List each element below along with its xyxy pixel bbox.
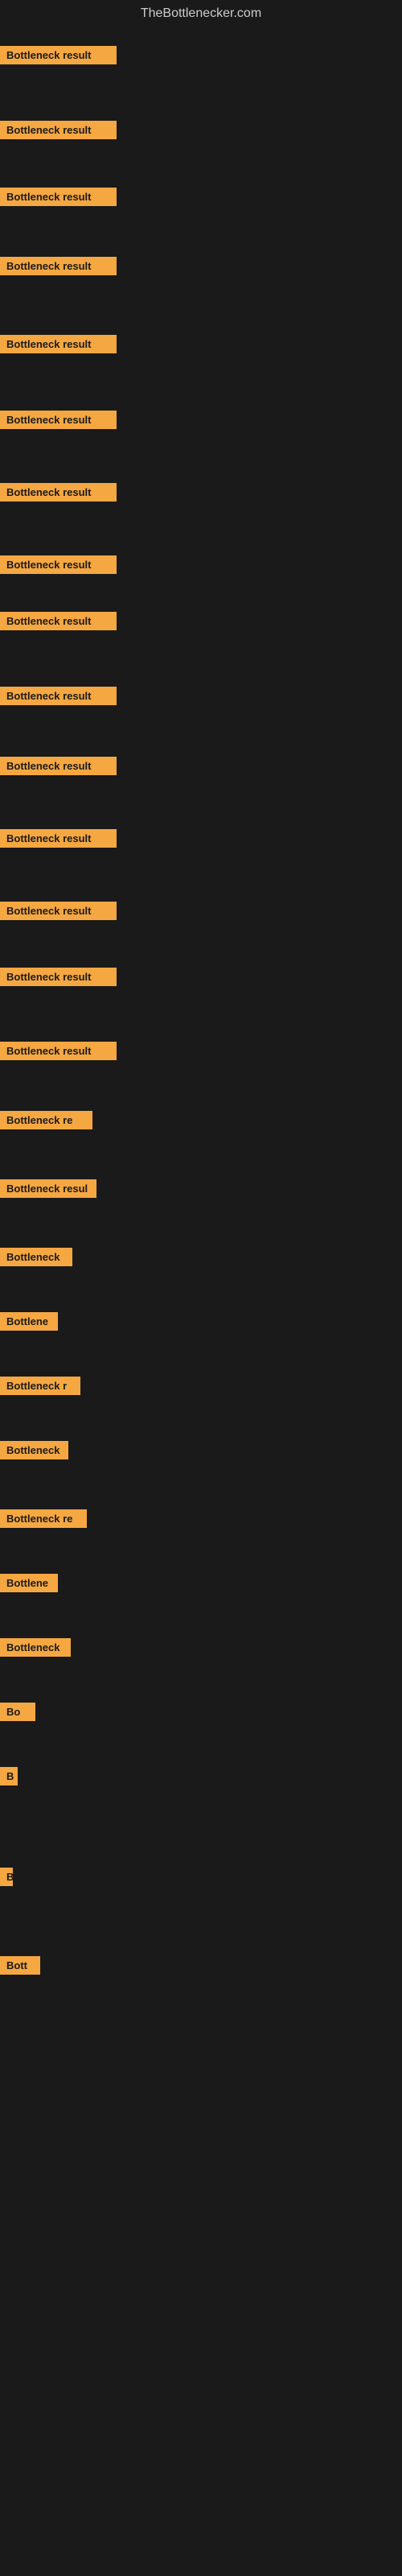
bottleneck-item: Bottleneck result — [0, 902, 117, 924]
bottleneck-label: Bottleneck result — [0, 757, 117, 775]
bottleneck-item: Bottleneck result — [0, 46, 117, 68]
bottleneck-label: Bottleneck re — [0, 1509, 87, 1528]
bottleneck-item: Bottleneck result — [0, 968, 117, 990]
bottleneck-item: Bottleneck result — [0, 483, 117, 506]
bottleneck-label: Bottleneck — [0, 1638, 71, 1657]
bottleneck-label: Bott — [0, 1956, 40, 1975]
bottleneck-label: Bo — [0, 1703, 35, 1721]
bottleneck-item: Bott — [0, 1956, 40, 1979]
bottleneck-label: Bottleneck re — [0, 1111, 92, 1129]
bottleneck-label: Bottleneck — [0, 1248, 72, 1266]
bottleneck-label: Bottleneck result — [0, 257, 117, 275]
bottleneck-label: B — [0, 1868, 13, 1886]
bottleneck-item: Bottlene — [0, 1312, 58, 1335]
bottleneck-item: B — [0, 1767, 18, 1790]
bottleneck-label: Bottleneck result — [0, 687, 117, 705]
bottleneck-label: Bottleneck — [0, 1441, 68, 1459]
bottleneck-item: B — [0, 1868, 13, 1890]
bottleneck-label: Bottleneck result — [0, 121, 117, 139]
bottleneck-item: Bottleneck — [0, 1638, 71, 1661]
bottleneck-item: Bottleneck result — [0, 1042, 117, 1064]
bottleneck-label: Bottleneck result — [0, 411, 117, 429]
bottleneck-label: Bottlene — [0, 1574, 58, 1592]
bottleneck-item: Bottleneck result — [0, 555, 117, 578]
bottleneck-item: Bottleneck result — [0, 829, 117, 852]
bottleneck-label: Bottleneck result — [0, 612, 117, 630]
bottleneck-item: Bottleneck re — [0, 1509, 87, 1532]
bottleneck-label: Bottleneck result — [0, 902, 117, 920]
bottleneck-item: Bo — [0, 1703, 35, 1725]
bottleneck-label: Bottleneck result — [0, 335, 117, 353]
bottleneck-item: Bottleneck — [0, 1248, 72, 1270]
bottleneck-label: Bottleneck r — [0, 1377, 80, 1395]
bottleneck-label: Bottleneck result — [0, 968, 117, 986]
bottleneck-item: Bottleneck result — [0, 612, 117, 634]
bottleneck-item: Bottleneck r — [0, 1377, 80, 1399]
site-title: TheBottlenecker.com — [0, 0, 402, 27]
bottleneck-label: Bottlene — [0, 1312, 58, 1331]
bottleneck-item: Bottleneck result — [0, 121, 117, 143]
bottleneck-item: Bottlene — [0, 1574, 58, 1596]
bottleneck-item: Bottleneck result — [0, 257, 117, 279]
bottleneck-item: Bottleneck result — [0, 411, 117, 433]
bottleneck-label: Bottleneck result — [0, 1042, 117, 1060]
bottleneck-item: Bottleneck resul — [0, 1179, 96, 1202]
bottleneck-label: Bottleneck result — [0, 555, 117, 574]
bottleneck-label: Bottleneck result — [0, 483, 117, 502]
bottleneck-item: Bottleneck re — [0, 1111, 92, 1133]
bottleneck-label: Bottleneck result — [0, 829, 117, 848]
bottleneck-item: Bottleneck result — [0, 757, 117, 779]
bottleneck-item: Bottleneck — [0, 1441, 68, 1463]
bottleneck-item: Bottleneck result — [0, 687, 117, 709]
bottleneck-item: Bottleneck result — [0, 335, 117, 357]
bottleneck-label: B — [0, 1767, 18, 1785]
bottleneck-item: Bottleneck result — [0, 188, 117, 210]
bottleneck-label: Bottleneck resul — [0, 1179, 96, 1198]
bottleneck-label: Bottleneck result — [0, 46, 117, 64]
bottleneck-label: Bottleneck result — [0, 188, 117, 206]
